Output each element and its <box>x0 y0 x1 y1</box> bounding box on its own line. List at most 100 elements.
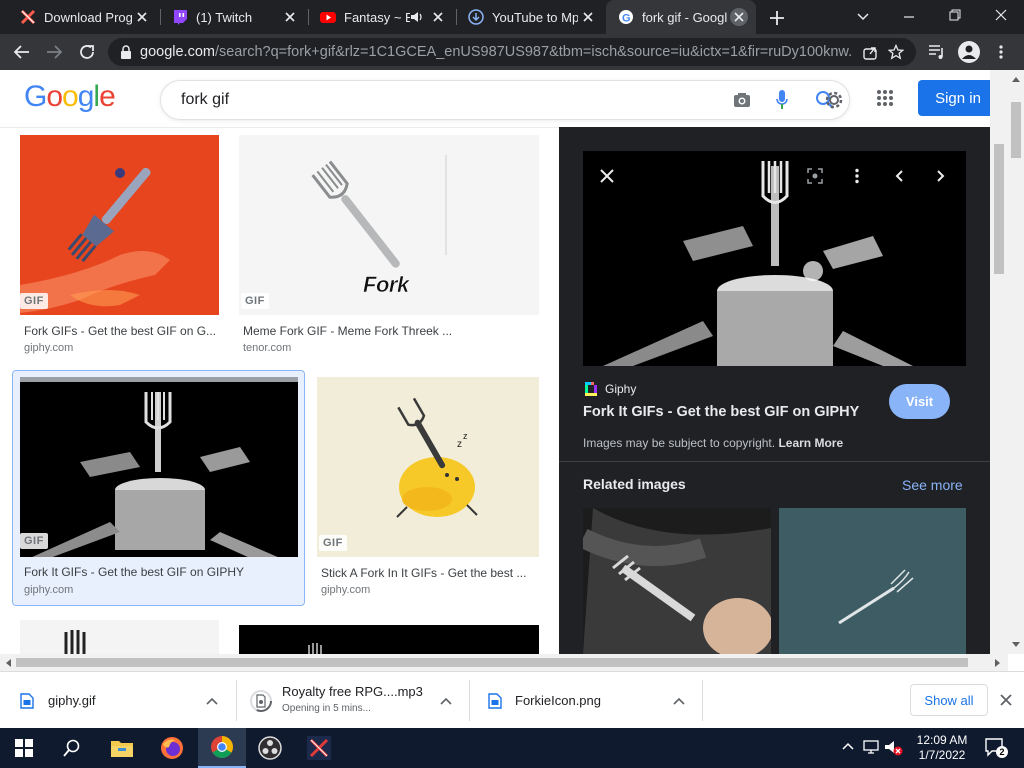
lock-icon[interactable] <box>120 45 132 59</box>
image-result[interactable]: z z GIF Stick A Fork In It GIFs - Get th… <box>317 377 539 601</box>
close-tab-icon[interactable] <box>428 7 448 27</box>
file-explorer-icon[interactable] <box>98 728 146 768</box>
tab-fork-gif-google[interactable]: G fork gif - Googl <box>606 0 756 34</box>
more-menu-icon[interactable] <box>996 44 1006 60</box>
download-status: Opening in 5 mins... <box>282 702 371 714</box>
visit-button[interactable]: Visit <box>889 384 950 419</box>
back-arrow-icon[interactable] <box>12 43 32 61</box>
settings-gear-icon[interactable] <box>822 88 846 112</box>
tab-title: Fantasy ~ E <box>344 9 410 25</box>
result-thumbnail[interactable] <box>20 620 219 654</box>
close-window-icon[interactable] <box>994 8 1008 22</box>
scrollbar-thumb[interactable] <box>1011 102 1021 158</box>
scroll-down-icon[interactable] <box>1012 642 1020 648</box>
scroll-right-icon[interactable] <box>995 659 1001 667</box>
close-panel-icon[interactable] <box>591 160 623 192</box>
share-icon[interactable] <box>862 44 878 60</box>
tab-twitch[interactable]: (1) Twitch <box>160 0 308 34</box>
download-item[interactable]: ForkieIcon.png <box>470 672 702 729</box>
image-result[interactable]: Fork GIF Meme Fork GIF - Meme Fork Three… <box>239 135 539 355</box>
tab-fantasy-youtube[interactable]: Fantasy ~ E <box>308 0 456 34</box>
restore-icon[interactable] <box>948 8 962 22</box>
scroll-left-icon[interactable] <box>5 659 11 667</box>
notification-center-icon[interactable]: 2 <box>984 736 1008 760</box>
horizontal-scrollbar[interactable] <box>0 654 1008 671</box>
speaker-icon[interactable] <box>410 10 424 24</box>
result-title[interactable]: Stick A Fork In It GIFs - Get the best .… <box>321 566 535 580</box>
chrome-icon[interactable] <box>198 728 246 768</box>
firefox-icon[interactable] <box>148 728 196 768</box>
microphone-icon[interactable] <box>775 89 789 111</box>
tab-download-progress[interactable]: Download Progr <box>8 0 160 34</box>
twitch-icon <box>172 9 188 25</box>
scroll-up-icon[interactable] <box>1012 76 1020 82</box>
google-logo[interactable]: Google <box>24 80 116 114</box>
result-title[interactable]: Fork It GIFs - Get the best GIF on GIPHY <box>24 565 300 579</box>
previous-arrow-icon[interactable] <box>883 160 915 192</box>
svg-text:G: G <box>622 13 631 25</box>
inner-vertical-scrollbar[interactable] <box>990 70 1008 654</box>
taskbar-clock[interactable]: 12:09 AM 1/7/2022 <box>904 733 980 763</box>
related-image[interactable] <box>779 508 966 654</box>
close-tab-icon[interactable] <box>578 7 598 27</box>
lens-search-icon[interactable] <box>799 160 831 192</box>
image-result-selected[interactable]: GIF Fork It GIFs - Get the best GIF on G… <box>12 370 305 606</box>
more-options-icon[interactable] <box>841 160 873 192</box>
giphy-logo-icon <box>585 382 597 396</box>
close-tab-icon[interactable] <box>280 7 300 27</box>
copyright-text: Images may be subject to copyright. <box>583 436 776 450</box>
download-tab-icon <box>20 9 36 25</box>
obs-icon[interactable] <box>248 728 292 768</box>
address-bar[interactable]: google.com/search?q=fork+gif&rlz=1C1GCEA… <box>108 38 916 66</box>
chevron-up-icon[interactable] <box>673 697 685 705</box>
camera-icon[interactable] <box>733 91 751 109</box>
source-name[interactable]: Giphy <box>605 382 636 396</box>
search-input[interactable]: fork gif <box>160 80 850 120</box>
result-title[interactable]: Fork GIFs - Get the best GIF on G... <box>24 324 216 338</box>
result-thumbnail[interactable] <box>20 135 219 315</box>
windows-start-icon[interactable] <box>0 728 48 768</box>
taskbar-search-icon[interactable] <box>48 728 96 768</box>
copyright-notice: Images may be subject to copyright. Lear… <box>583 436 843 450</box>
sign-in-button[interactable]: Sign in <box>918 80 998 116</box>
chevron-up-icon[interactable] <box>206 697 218 705</box>
result-source: giphy.com <box>321 584 371 596</box>
volume-muted-icon[interactable] <box>884 739 904 757</box>
close-tab-icon[interactable] <box>132 7 152 27</box>
vertical-scrollbar[interactable] <box>1008 70 1024 654</box>
network-icon[interactable] <box>862 739 880 755</box>
show-all-button[interactable]: Show all <box>910 684 988 716</box>
related-images-heading: Related images <box>583 476 686 492</box>
tab-youtube-to-mp3[interactable]: YouTube to Mp <box>456 0 606 34</box>
media-control-icon[interactable] <box>928 44 946 60</box>
next-arrow-icon[interactable] <box>925 160 957 192</box>
result-thumbnail[interactable] <box>20 377 298 557</box>
close-download-bar-icon[interactable] <box>1000 694 1012 706</box>
show-hidden-icons-chevron-icon[interactable] <box>842 741 854 751</box>
image-result[interactable]: GIF Fork GIFs - Get the best GIF on G...… <box>20 135 220 355</box>
see-more-link[interactable]: See more <box>902 477 963 493</box>
download-item[interactable]: Royalty free RPG....mp3 Opening in 5 min… <box>237 672 469 729</box>
related-image[interactable] <box>583 508 771 654</box>
profile-avatar-icon[interactable] <box>958 41 980 63</box>
reload-icon[interactable] <box>77 42 97 62</box>
chevron-up-icon[interactable] <box>440 697 452 705</box>
game-app-icon[interactable] <box>296 728 342 768</box>
tab-search-chevron-icon[interactable] <box>856 10 870 24</box>
download-divider <box>702 680 703 721</box>
new-tab-button[interactable] <box>766 7 788 29</box>
learn-more-link[interactable]: Learn More <box>778 436 843 450</box>
forward-arrow-icon[interactable] <box>44 43 64 61</box>
scrollbar-thumb[interactable] <box>16 658 968 667</box>
result-thumbnail[interactable]: z z <box>317 377 539 557</box>
minimize-icon[interactable] <box>902 10 916 24</box>
download-filename: Royalty free RPG....mp3 <box>282 683 423 699</box>
result-thumbnail[interactable] <box>239 625 539 654</box>
bookmark-star-icon[interactable] <box>888 44 904 60</box>
download-item[interactable]: giphy.gif <box>0 672 236 729</box>
result-title[interactable]: Meme Fork GIF - Meme Fork Threek ... <box>243 324 533 338</box>
close-tab-icon[interactable] <box>730 8 748 26</box>
preview-title[interactable]: Fork It GIFs - Get the best GIF on GIPHY <box>583 404 859 420</box>
apps-grid-icon[interactable] <box>876 89 894 107</box>
scrollbar-thumb[interactable] <box>994 144 1004 274</box>
